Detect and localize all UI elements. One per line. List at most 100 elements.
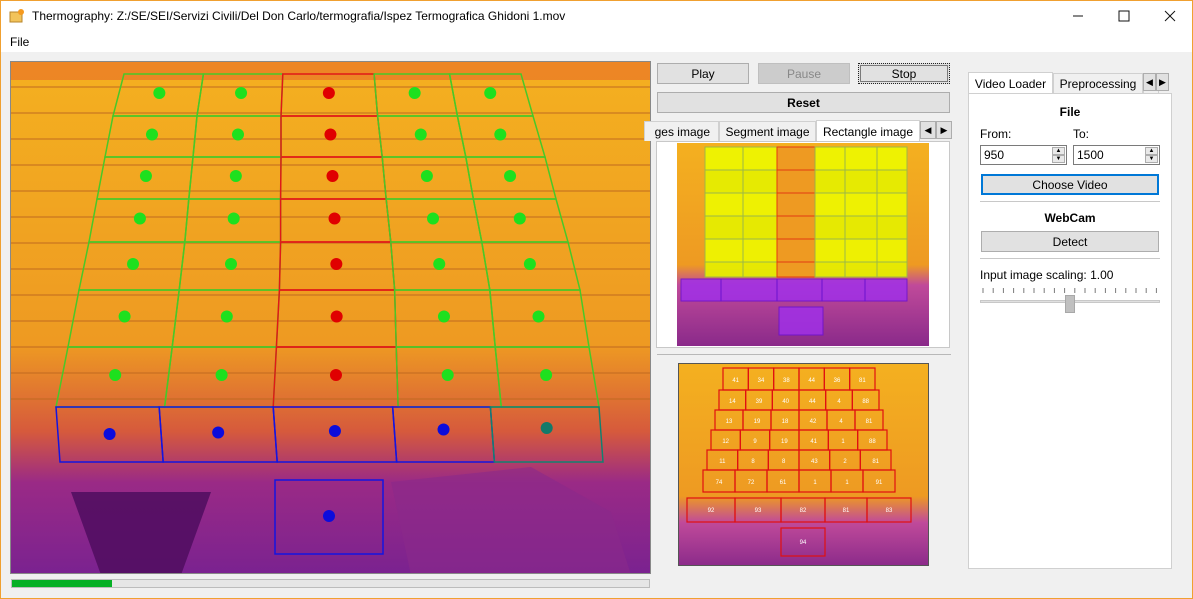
panel-marker [427, 212, 440, 225]
spin-up-icon[interactable]: ▲ [1145, 147, 1158, 155]
window-title: Thermography: Z:/SE/SEI/Servizi Civili/D… [32, 9, 566, 23]
rectangle-cell [821, 278, 866, 302]
rectangle-cell [876, 169, 908, 194]
rectangle-cell [876, 146, 908, 171]
to-spinbox[interactable]: ▲▼ [1073, 145, 1160, 165]
tab-video-loader[interactable]: Video Loader [968, 72, 1053, 94]
panel-marker [540, 422, 553, 434]
panel-marker [146, 128, 158, 141]
panel-marker [215, 369, 228, 381]
tab-preprocessing[interactable]: Preprocessing [1053, 73, 1143, 93]
stop-button[interactable]: Stop [858, 63, 950, 84]
rectangle-cell [814, 261, 846, 278]
segment-labels-image: 41 34 38 44 36 8114 39 40 44 4 8813 19 18 42 4 8112 9 19 4… [679, 364, 928, 565]
segment-label: 61 [780, 480, 787, 486]
main-window: Thermography: Z:/SE/SEI/Servizi Civili/D… [0, 0, 1193, 599]
video-frame [10, 61, 651, 574]
segment-label: 91 [876, 480, 883, 486]
arrow-right-icon: ▶ [940, 124, 948, 135]
spin-down-icon[interactable]: ▼ [1145, 155, 1158, 163]
maximize-icon [1118, 10, 1130, 22]
rectangle-cell [814, 192, 846, 217]
segment-label: 12 [722, 439, 729, 445]
settings-tab-scroll-right[interactable]: ▶ [1156, 73, 1169, 91]
thermal-image [11, 62, 650, 573]
tab-segment-image[interactable]: Segment image [719, 121, 816, 141]
rectangle-cell [720, 278, 778, 302]
segment-label: 74 [716, 480, 723, 486]
rectangle-cell [776, 261, 816, 278]
rectangle-cell [742, 169, 778, 194]
slider-handle[interactable] [1065, 295, 1075, 313]
menu-bar: File [1, 31, 1192, 52]
minimize-button[interactable] [1055, 1, 1101, 31]
from-spinbox[interactable]: ▲▼ [980, 145, 1067, 165]
panel-marker [523, 258, 536, 270]
panel-marker [235, 87, 248, 99]
panel-marker [232, 128, 244, 141]
menu-file[interactable]: File [10, 35, 29, 49]
rectangle-cell [814, 169, 846, 194]
rectangle-cell [844, 238, 878, 263]
settings-tab-scroll-left[interactable]: ◀ [1143, 73, 1156, 91]
panel-marker [328, 212, 341, 225]
segment-label: 81 [859, 378, 866, 384]
rectangle-cell [776, 192, 816, 217]
splitter[interactable] [657, 354, 951, 355]
tab-rectangle-image[interactable]: Rectangle image [816, 120, 920, 142]
segment-label: 88 [862, 399, 869, 405]
rectangle-cell [776, 146, 816, 171]
panel-marker [330, 310, 343, 323]
panel-marker [329, 369, 342, 381]
panel-marker [441, 369, 454, 381]
spin-up-icon[interactable]: ▲ [1052, 147, 1065, 155]
rectangle-cell [814, 215, 846, 240]
segment-label: 41 [810, 439, 817, 445]
panel-marker [227, 212, 240, 225]
rectangle-cell [704, 238, 744, 263]
settings-tab-bar: Video Loader Preprocessing S ◀ ▶ [968, 72, 1173, 94]
rectangle-cell [704, 146, 744, 171]
from-spin-buttons[interactable]: ▲ ▼ [1052, 147, 1065, 163]
panel-marker [326, 170, 339, 182]
panel-marker [513, 212, 526, 225]
title-bar: Thermography: Z:/SE/SEI/Servizi Civili/D… [1, 1, 1192, 31]
view-tab-bar: ges image Segment image Rectangle image … [644, 120, 952, 142]
segment-label: 43 [811, 459, 818, 465]
segment-label: 81 [866, 419, 873, 425]
to-spin-buttons[interactable]: ▲ ▼ [1145, 147, 1158, 163]
segment-labels-pane: 41 34 38 44 36 81 14 39 40 44 4 88 13 19 18 42 4 81 12 9 19 4… [678, 363, 929, 566]
rectangle-cell [876, 215, 908, 240]
arrow-right-icon: ▶ [1159, 76, 1166, 87]
reset-button[interactable]: Reset [657, 92, 950, 113]
rectangle-cell [742, 215, 778, 240]
tab-scroll-right[interactable]: ▶ [936, 121, 952, 139]
detect-button[interactable]: Detect [981, 231, 1159, 252]
panel-marker [330, 258, 343, 270]
rectangle-cell [778, 306, 824, 336]
from-label: From: [980, 127, 1012, 141]
video-loader-pane: File From: To: ▲▼ ▲▼ Choose Video WebCam… [968, 93, 1172, 569]
segment-label: 42 [810, 419, 817, 425]
rectangle-cell [876, 192, 908, 217]
panel-marker [323, 510, 335, 522]
segment-label: 18 [782, 419, 789, 425]
scaling-slider[interactable] [980, 286, 1160, 313]
app-icon [9, 9, 24, 23]
to-input[interactable] [1074, 146, 1140, 164]
spin-down-icon[interactable]: ▼ [1052, 155, 1065, 163]
from-input[interactable] [981, 146, 1047, 164]
frame-progress-bar[interactable] [11, 579, 650, 588]
maximize-button[interactable] [1101, 1, 1147, 31]
panel-marker [127, 258, 139, 270]
segment-label: 14 [729, 399, 736, 405]
choose-video-button[interactable]: Choose Video [981, 174, 1159, 195]
rectangle-cell [704, 261, 744, 278]
segment-label: 83 [886, 508, 893, 514]
close-button[interactable] [1147, 1, 1192, 31]
tab-images[interactable]: ges image [644, 121, 719, 141]
play-button[interactable]: Play [657, 63, 749, 84]
pause-button[interactable]: Pause [758, 63, 850, 84]
segment-label: 38 [783, 378, 790, 384]
tab-scroll-left[interactable]: ◀ [920, 121, 936, 139]
